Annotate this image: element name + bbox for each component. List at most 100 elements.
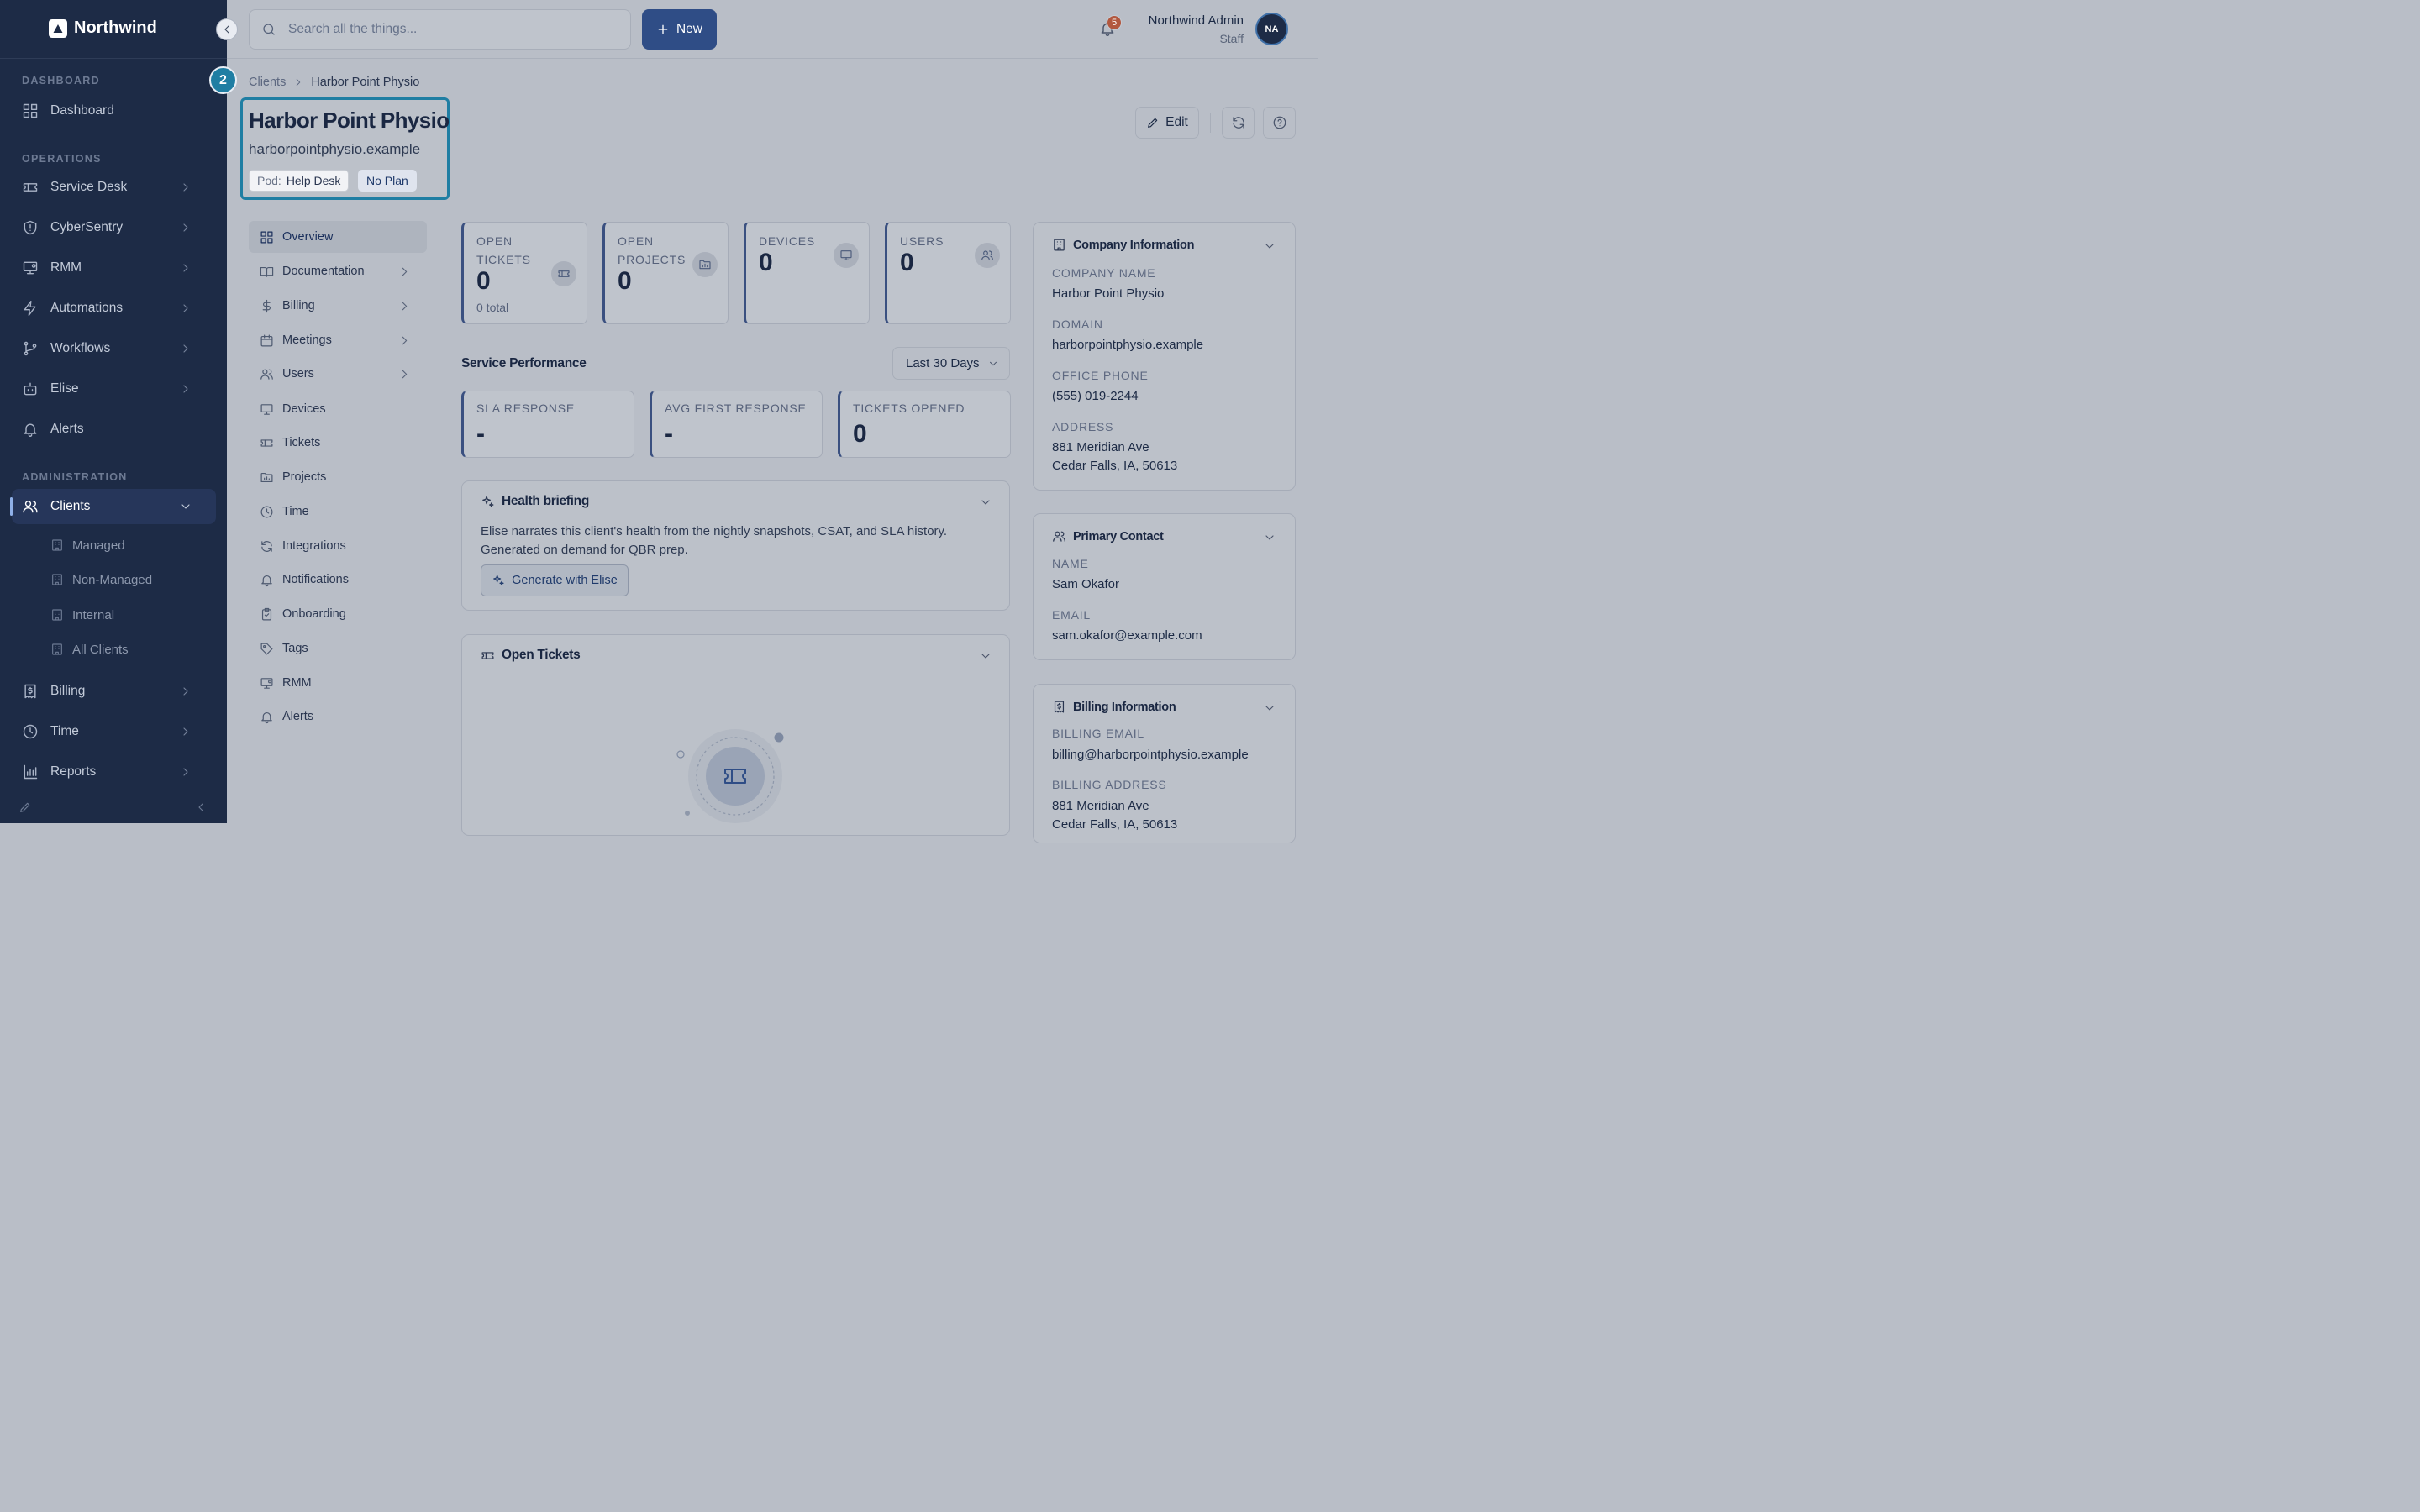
company-information-title[interactable]: Company Information (1052, 238, 1194, 252)
chevron-down-icon[interactable] (1263, 701, 1276, 715)
sidebar-item-time[interactable]: Time (12, 714, 216, 749)
kpi-devices[interactable]: DEVICES 0 (744, 222, 870, 324)
health-briefing-title[interactable]: Health briefing (481, 494, 589, 509)
sidebar-item-billing[interactable]: Billing (12, 674, 216, 709)
subnav-documentation[interactable]: Documentation (249, 255, 427, 287)
subnav-users[interactable]: Users (249, 358, 427, 390)
edit-button[interactable]: Edit (1135, 107, 1199, 139)
domain-value: harborpointphysio.example (1052, 338, 1204, 352)
chevron-right-icon (183, 385, 188, 393)
sidebar-subitem-all-clients[interactable]: All Clients (50, 636, 129, 663)
subnav-integrations[interactable]: Integrations (249, 530, 427, 562)
date-range-select[interactable]: Last 30 Days (892, 347, 1010, 380)
kpi-open-projects[interactable]: OPEN PROJECTS 0 (602, 222, 729, 324)
sidebar-item-rmm[interactable]: RMM (12, 250, 216, 286)
kpi-open-tickets[interactable]: OPEN TICKETS 0 0 total (461, 222, 587, 324)
chevron-down-icon[interactable] (1263, 239, 1276, 253)
sidebar-item-automations[interactable]: Automations (12, 291, 216, 326)
generate-with-elise-button[interactable]: Generate with Elise (481, 564, 629, 596)
contact-email-value[interactable]: sam.okafor@example.com (1052, 627, 1202, 645)
ticket-icon (481, 651, 494, 659)
step-badge: 2 (209, 66, 237, 94)
chevron-down-icon[interactable] (979, 496, 992, 509)
refresh-button[interactable] (1222, 107, 1255, 139)
open-tickets-title[interactable]: Open Tickets (481, 648, 581, 663)
sidebar-item-elise[interactable]: Elise (12, 371, 216, 407)
client-domain: harborpointphysio.example (249, 141, 421, 157)
breadcrumb-clients-link[interactable]: Clients (249, 76, 286, 89)
new-button[interactable]: New (642, 9, 717, 50)
building-icon (52, 643, 62, 655)
chevron-left-icon[interactable] (194, 801, 208, 814)
subnav-label: Billing (282, 299, 315, 312)
sidebar-item-workflows[interactable]: Workflows (12, 331, 216, 366)
kpi-label: OPEN PROJECTS (618, 234, 687, 266)
ticket-icon (23, 183, 38, 192)
layout-grid-icon (260, 231, 273, 243)
metric-value: - (476, 420, 485, 448)
field-label: NAME (1052, 557, 1089, 570)
chevron-down-icon (990, 361, 997, 365)
pod-value: Help Desk (286, 174, 341, 187)
subnav-meetings[interactable]: Meetings (249, 324, 427, 356)
kpi-users[interactable]: USERS 0 (885, 222, 1011, 324)
subnav-notifications[interactable]: Notifications (249, 564, 427, 596)
billing-email-value[interactable]: billing@harborpointphysio.example (1052, 746, 1249, 764)
subnav-time[interactable]: Time (249, 496, 427, 528)
subnav-onboarding[interactable]: Onboarding (249, 598, 427, 630)
chevron-right-icon (183, 727, 188, 736)
field-label: ADDRESS (1052, 420, 1114, 433)
billing-information-title[interactable]: Billing Information (1052, 700, 1176, 714)
help-button[interactable] (1263, 107, 1296, 139)
subnav-label: Meetings (282, 333, 332, 347)
card-title-text: Company Information (1073, 238, 1195, 252)
subnav-overview[interactable]: Overview (249, 221, 427, 253)
chevron-left-icon (224, 25, 229, 34)
sidebar-subitem-non-managed[interactable]: Non-Managed (50, 566, 152, 593)
user-name[interactable]: Northwind Admin (1149, 13, 1244, 28)
sidebar-item-cybersentry[interactable]: CyberSentry (12, 210, 216, 245)
pod-key: Pod: (257, 174, 281, 187)
sidebar-item-dashboard[interactable]: Dashboard (12, 93, 216, 129)
address-line1: 881 Meridian Ave (1052, 440, 1150, 454)
contact-name-value: Sam Okafor (1052, 577, 1120, 591)
sidebar-item-reports[interactable]: Reports (12, 754, 216, 790)
brand[interactable]: Northwind (49, 18, 157, 38)
subnav-alerts[interactable]: Alerts (249, 701, 427, 732)
sidebar-subitem-label: Managed (72, 538, 125, 553)
northwind-logo-icon (49, 18, 67, 38)
sidebar-collapse-button[interactable] (216, 18, 238, 40)
subnav-label: Notifications (282, 573, 349, 586)
subnav-rmm[interactable]: RMM (249, 667, 427, 699)
sidebar-subitem-internal[interactable]: Internal (50, 601, 114, 628)
lightning-icon (24, 300, 36, 317)
chevron-down-icon[interactable] (979, 649, 992, 663)
sidebar-subitem-managed[interactable]: Managed (50, 532, 125, 559)
monitor-icon (260, 403, 273, 415)
subnav-devices[interactable]: Devices (249, 393, 427, 425)
bot-icon (24, 382, 37, 396)
primary-contact-title[interactable]: Primary Contact (1052, 529, 1164, 543)
sidebar-item-alerts[interactable]: Alerts (12, 412, 216, 447)
sidebar-item-label: CyberSentry (50, 220, 124, 234)
primary-contact-card: Primary Contact NAME Sam Okafor EMAIL sa… (1033, 513, 1296, 660)
notifications-button[interactable]: 5 (1099, 15, 1122, 37)
sidebar-item-label: RMM (50, 260, 82, 275)
chevron-down-icon[interactable] (1263, 531, 1276, 544)
search-box[interactable] (249, 9, 631, 50)
chevron-right-icon (402, 267, 408, 276)
sidebar-item-clients[interactable]: Clients (10, 489, 216, 524)
ticket-icon (260, 438, 273, 447)
subnav-projects[interactable]: Projects (249, 461, 427, 493)
clock-icon (260, 506, 273, 517)
sidebar-item-service-desk[interactable]: Service Desk (12, 170, 216, 205)
topbar: New 5 Northwind Admin Staff NA (227, 0, 1318, 59)
subnav-tags[interactable]: Tags (249, 633, 427, 664)
sidebar-item-label: Reports (50, 764, 97, 779)
avatar[interactable]: NA (1255, 13, 1288, 45)
search-input[interactable] (288, 22, 608, 37)
subnav-tickets[interactable]: Tickets (249, 427, 427, 459)
sidebar-divider (0, 58, 227, 59)
pencil-icon[interactable] (18, 801, 32, 814)
subnav-billing[interactable]: Billing (249, 290, 427, 322)
